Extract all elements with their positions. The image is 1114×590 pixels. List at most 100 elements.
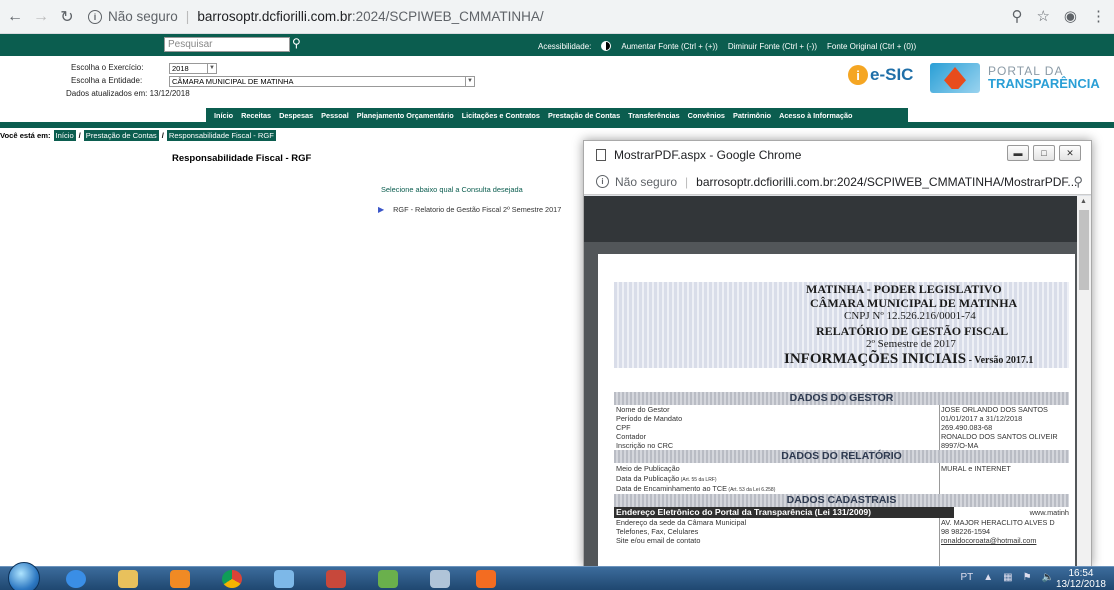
section-relatorio: DADOS DO RELATÓRIO xyxy=(614,450,1069,463)
search-icon[interactable]: ⚲ xyxy=(292,36,301,50)
network-icon[interactable]: ▦ xyxy=(1003,572,1012,583)
close-button[interactable]: ✕ xyxy=(1059,145,1081,161)
cadastro-value: ronaldocoroata@hotmail.com xyxy=(941,536,1037,545)
menu-item-acesso[interactable]: Acesso à Informação xyxy=(779,111,852,120)
clock-time: 16:54 xyxy=(1068,568,1094,579)
relatorio-label: Meio de Publicação xyxy=(616,464,680,473)
esic-text: e-SIC xyxy=(870,65,914,84)
bookmark-star-icon[interactable]: ☆ xyxy=(1036,7,1049,25)
menu-item-prestacao[interactable]: Prestação de Contas xyxy=(548,111,620,120)
windows-taskbar: PT ▲ ▦ ⚑ 🔈 16:54 13/12/2018 xyxy=(0,562,1114,590)
pdf-line4: RELATÓRIO DE GESTÃO FISCAL xyxy=(816,324,1009,338)
pdf-line3: CNPJ Nº 12.526.216/0001-74 xyxy=(844,310,976,322)
clock[interactable]: 16:54 13/12/2018 xyxy=(1056,568,1106,590)
profile-icon[interactable]: ◉ xyxy=(1064,7,1077,25)
scroll-thumb[interactable] xyxy=(1079,210,1089,290)
maximize-button[interactable]: □ xyxy=(1033,145,1055,161)
menu-item-planejamento[interactable]: Planejamento Orçamentário xyxy=(357,111,454,120)
pdf-page: MATINHA - PODER LEGISLATIVO CÂMARA MUNIC… xyxy=(598,254,1075,566)
tray-arrow-icon[interactable]: ▲ xyxy=(983,572,993,583)
gestor-label: Contador xyxy=(616,432,647,441)
report-link[interactable]: ▶ RGF - Relatorio de Gestão Fiscal 2º Se… xyxy=(378,205,561,214)
menu-dots-icon[interactable]: ⋮ xyxy=(1091,7,1106,25)
scroll-up-icon[interactable]: ▲ xyxy=(1080,198,1087,205)
app-orange-icon[interactable] xyxy=(466,568,506,590)
gestor-label: CPF xyxy=(616,423,631,432)
url-separator: | xyxy=(685,174,689,189)
back-icon[interactable]: ← xyxy=(4,6,26,28)
popup-url: barrosoptr.dcfiorilli.com.br:2024/SCPIWE… xyxy=(696,174,1078,189)
app-icon[interactable] xyxy=(368,568,408,590)
breadcrumb-prestacao[interactable]: Prestação de Contas xyxy=(83,130,159,141)
font-decrease-link[interactable]: Diminuir Fonte (Ctrl + (-)) xyxy=(728,42,817,51)
triangle-right-icon: ▶ xyxy=(378,205,385,214)
not-secure-label: Não seguro xyxy=(108,9,178,24)
chrome-icon[interactable] xyxy=(212,568,252,590)
zoom-icon[interactable]: ⚲ xyxy=(1073,174,1083,190)
menu-item-patrimonio[interactable]: Patrimônio xyxy=(733,111,771,120)
menu-item-convenios[interactable]: Convênios xyxy=(688,111,725,120)
portal-figure-icon xyxy=(930,63,980,93)
gestor-label: Nome do Gestor xyxy=(616,405,670,414)
volume-icon[interactable]: 🔈 xyxy=(1042,572,1054,583)
address-bar[interactable]: i Não seguro | barrosoptr.dcfiorilli.com… xyxy=(88,9,544,24)
forward-icon[interactable]: → xyxy=(30,6,52,28)
portal-transparencia-logo[interactable]: PORTAL DA TRANSPARÊNCIA xyxy=(930,63,1100,93)
pdf-viewer: ▲ MATINHA - PODER LEGISLATIVO CÂMARA MUN… xyxy=(584,196,1091,566)
gestor-value: RONALDO DOS SANTOS OLIVEIR xyxy=(941,432,1058,441)
snipping-tool-icon[interactable] xyxy=(316,568,356,590)
language-indicator[interactable]: PT xyxy=(960,572,973,583)
breadcrumb-inicio[interactable]: Início xyxy=(53,130,76,141)
font-original-link[interactable]: Fonte Original (Ctrl + (0)) xyxy=(827,42,916,51)
cadastro-label: Endereço da sede da Câmara Municipal xyxy=(616,518,747,527)
document-icon xyxy=(596,149,606,161)
pdf-line6-version: - Versão 2017.1 xyxy=(966,355,1034,366)
paint-icon[interactable] xyxy=(264,568,304,590)
clock-date: 13/12/2018 xyxy=(1055,579,1106,590)
exercise-value: 2018 xyxy=(172,64,189,73)
info-icon[interactable]: i xyxy=(596,175,609,188)
scrollbar[interactable]: ▲ xyxy=(1077,196,1091,566)
zoom-icon[interactable]: ⚲ xyxy=(1011,7,1022,25)
popup-titlebar[interactable]: MostrarPDF.aspx - Google Chrome ▬ □ ✕ xyxy=(584,141,1091,169)
select-prompt: Selecione abaixo qual a Consulta desejad… xyxy=(381,185,523,194)
minimize-button[interactable]: ▬ xyxy=(1007,145,1029,161)
relatorio-value: MURAL e INTERNET xyxy=(941,464,1011,473)
search-input[interactable]: Pesquisar xyxy=(164,37,290,52)
flag-icon[interactable]: ⚑ xyxy=(1023,572,1032,583)
cadastro-value: AV. MAJOR HERACLITO ALVES D xyxy=(941,518,1055,527)
report-link-label: RGF - Relatorio de Gestão Fiscal 2º Seme… xyxy=(393,205,562,214)
info-icon[interactable]: i xyxy=(88,9,102,24)
info-ball-icon: i xyxy=(848,65,868,85)
system-tray: PT ▲ ▦ ⚑ 🔈 xyxy=(960,572,1054,583)
url-path: :2024/SCPIWEB_CMMATINHA/ xyxy=(351,9,544,24)
menu-item-inicio[interactable]: Início xyxy=(214,111,233,120)
breadcrumb-separator: / xyxy=(78,131,81,140)
start-button[interactable] xyxy=(8,562,40,590)
url-separator: | xyxy=(185,9,190,24)
exercise-select[interactable]: 2018 ▼ xyxy=(169,63,217,74)
breadcrumb-rgf[interactable]: Responsabilidade Fiscal - RGF xyxy=(166,130,276,141)
menu-item-licitacoes[interactable]: Licitações e Contratos xyxy=(462,111,540,120)
cadastro-label: Site e/ou email de contato xyxy=(616,536,701,545)
entity-select[interactable]: CÂMARA MUNICIPAL DE MATINHA ▼ xyxy=(169,76,475,87)
media-player-icon[interactable] xyxy=(160,568,200,590)
menu-item-despesas[interactable]: Despesas xyxy=(279,111,313,120)
menu-item-pessoal[interactable]: Pessoal xyxy=(321,111,349,120)
updated-text: Dados atualizados em: 13/12/2018 xyxy=(66,89,190,98)
contrast-icon[interactable] xyxy=(601,41,612,51)
explorer-icon[interactable] xyxy=(108,568,148,590)
main-menu: Início Receitas Despesas Pessoal Planeja… xyxy=(206,108,908,122)
menu-item-transferencias[interactable]: Transferências xyxy=(628,111,680,120)
ie-icon[interactable] xyxy=(56,568,96,590)
esic-logo[interactable]: i e-SIC xyxy=(848,65,913,85)
reload-icon[interactable]: ↻ xyxy=(56,6,78,28)
font-increase-link[interactable]: Aumentar Fonte (Ctrl + (+)) xyxy=(621,42,717,51)
calculator-icon[interactable] xyxy=(420,568,460,590)
gestor-value: JOSE ORLANDO DOS SANTOS xyxy=(941,405,1048,414)
section-gestor: DADOS DO GESTOR xyxy=(614,392,1069,405)
breadcrumb-separator: / xyxy=(161,131,164,140)
breadcrumb-label: Você está em: xyxy=(0,131,51,140)
popup-address-bar[interactable]: i Não seguro | barrosoptr.dcfiorilli.com… xyxy=(584,169,1091,195)
menu-item-receitas[interactable]: Receitas xyxy=(241,111,271,120)
